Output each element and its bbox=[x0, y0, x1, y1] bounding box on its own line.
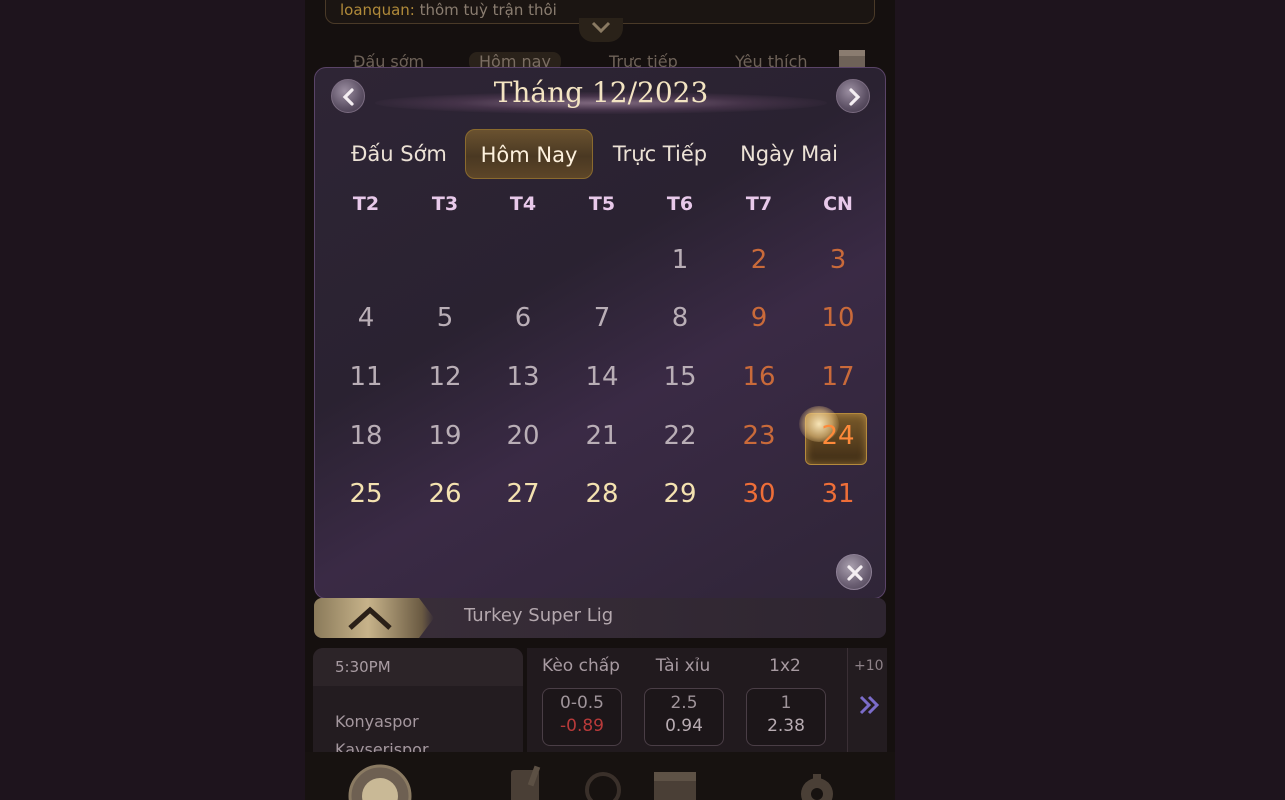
calendar-day[interactable]: 10 bbox=[808, 303, 868, 333]
calendar-day[interactable]: 14 bbox=[572, 362, 632, 392]
odds-button-1x2[interactable]: 1 2.38 bbox=[746, 688, 826, 746]
match-info[interactable]: 5:30PM Konyaspor Kayserispor bbox=[313, 648, 523, 759]
calendar-day[interactable]: 31 bbox=[808, 479, 868, 509]
calendar-day[interactable]: 17 bbox=[808, 362, 868, 392]
collapse-chat-button[interactable] bbox=[579, 18, 623, 42]
odds-button-handicap[interactable]: 0-0.5 -0.89 bbox=[542, 688, 622, 746]
calendar-day[interactable]: 19 bbox=[415, 421, 475, 451]
calendar-day[interactable]: 12 bbox=[415, 362, 475, 392]
home-team: Konyaspor bbox=[335, 712, 419, 731]
double-chevron-right-icon bbox=[859, 695, 880, 715]
calendar-day[interactable]: 4 bbox=[336, 303, 396, 333]
calendar-day[interactable]: 15 bbox=[650, 362, 710, 392]
chevron-down-icon bbox=[591, 21, 611, 34]
calendar-day[interactable]: 27 bbox=[493, 479, 553, 509]
calendar-day[interactable]: 16 bbox=[729, 362, 789, 392]
more-markets-button[interactable]: +10 bbox=[847, 648, 887, 758]
odds-line: 0-0.5 bbox=[560, 693, 604, 713]
odds-value: -0.89 bbox=[560, 716, 604, 736]
odds-value: 2.38 bbox=[767, 716, 805, 736]
chat-text: thôm tuỳ trận thôi bbox=[419, 1, 557, 19]
chevron-up-icon bbox=[348, 606, 392, 630]
calendar-day[interactable]: 25 bbox=[336, 479, 396, 509]
calendar-day[interactable]: 3 bbox=[808, 245, 868, 275]
close-icon bbox=[847, 565, 863, 581]
calendar-results-icon[interactable] bbox=[651, 762, 699, 800]
more-markets-count: +10 bbox=[854, 658, 884, 674]
calendar-day[interactable]: 20 bbox=[493, 421, 553, 451]
calendar-day[interactable]: 18 bbox=[336, 421, 396, 451]
odds-button-over-under[interactable]: 2.5 0.94 bbox=[644, 688, 724, 746]
calendar-day[interactable]: 7 bbox=[572, 303, 632, 333]
calendar-day[interactable]: 22 bbox=[650, 421, 710, 451]
gear-icon[interactable] bbox=[793, 762, 841, 800]
calendar-day[interactable]: 2 bbox=[729, 245, 789, 275]
close-button[interactable] bbox=[836, 554, 872, 590]
league-name: Turkey Super Lig bbox=[464, 605, 614, 626]
odds-value: 0.94 bbox=[665, 716, 703, 736]
calendar-day[interactable]: 5 bbox=[415, 303, 475, 333]
history-icon[interactable] bbox=[583, 762, 623, 800]
match-time: 5:30PM bbox=[335, 658, 391, 676]
calendar-day[interactable]: 29 bbox=[650, 479, 710, 509]
app-screen: loanquan: thôm tuỳ trận thôi Đấu sớm Hôm… bbox=[305, 0, 895, 800]
market-label: Tài xỉu bbox=[655, 656, 711, 676]
bottom-nav bbox=[305, 752, 895, 800]
calendar-day[interactable]: 11 bbox=[336, 362, 396, 392]
calendar-day[interactable]: 30 bbox=[729, 479, 789, 509]
calendar-day[interactable]: 9 bbox=[729, 303, 789, 333]
day-grid: 1 2 3 4 5 6 7 8 9 10 11 12 13 14 15 16 17 18 19 20 21 22 23 24 2… bbox=[315, 68, 885, 598]
calendar-day[interactable]: 6 bbox=[493, 303, 553, 333]
calendar-modal: Tháng 12/2023 Đấu Sớm Hôm Nay Trực Tiếp … bbox=[314, 67, 886, 599]
odds-panel: Kèo chấp Tài xỉu 1x2 0-0.5 -0.89 2.5 0.9… bbox=[527, 648, 847, 758]
odds-line: 2.5 bbox=[670, 693, 698, 713]
market-label: 1x2 bbox=[769, 656, 801, 676]
calendar-day[interactable]: 26 bbox=[415, 479, 475, 509]
calendar-day[interactable]: 13 bbox=[493, 362, 553, 392]
betslip-icon[interactable] bbox=[505, 762, 549, 800]
calendar-day[interactable]: 23 bbox=[729, 421, 789, 451]
calendar-day-selected[interactable]: 24 bbox=[808, 421, 868, 451]
calendar-day[interactable]: 28 bbox=[572, 479, 632, 509]
market-label: Kèo chấp bbox=[542, 656, 620, 676]
match-time-row: 5:30PM bbox=[313, 648, 523, 686]
collapse-league-button[interactable] bbox=[314, 598, 434, 638]
league-header[interactable]: Turkey Super Lig bbox=[314, 598, 886, 638]
soccer-ball-icon[interactable] bbox=[345, 762, 415, 800]
calendar-day[interactable]: 1 bbox=[650, 245, 710, 275]
odds-line: 1 bbox=[780, 693, 792, 713]
chat-user: loanquan: bbox=[340, 1, 415, 19]
calendar-day[interactable]: 21 bbox=[572, 421, 632, 451]
calendar-day[interactable]: 8 bbox=[650, 303, 710, 333]
